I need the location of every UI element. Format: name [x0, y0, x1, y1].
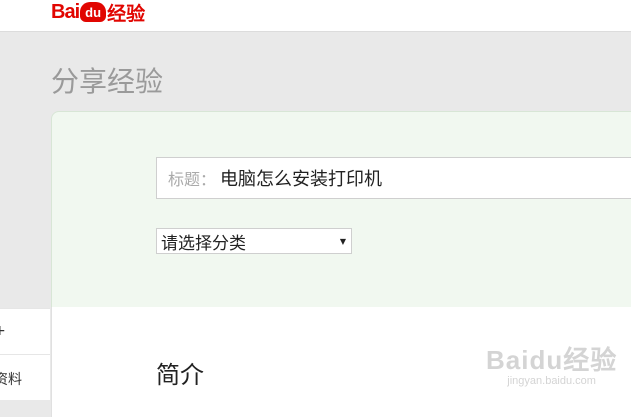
page-title: 分享经验: [51, 65, 164, 98]
title-input[interactable]: 标题： 电脑怎么安装打印机: [156, 157, 631, 199]
sidebar-item-material[interactable]: 资料: [0, 354, 50, 400]
baidu-jingyan-logo[interactable]: Bai du 经验: [51, 0, 145, 25]
baidu-paw-icon: du: [80, 2, 107, 22]
title-value[interactable]: 电脑怎么安装打印机: [220, 165, 382, 191]
watermark: Baidu经验 jingyan.baidu.com: [486, 340, 617, 387]
category-selected-value: 请选择分类: [161, 233, 246, 254]
title-panel: [51, 111, 631, 308]
sidebar-item-label: 资料: [0, 372, 22, 388]
dropdown-arrow-icon: ▼: [339, 236, 346, 246]
sidebar-item-add[interactable]: +: [0, 308, 50, 354]
sidebar-item-label: +: [0, 323, 6, 339]
top-bar: Bai du 经验: [0, 0, 631, 32]
title-prefix-label: 标题：: [168, 170, 217, 189]
intro-heading: 简介: [156, 361, 204, 389]
watermark-logo: Baidu经验: [486, 345, 618, 375]
category-select[interactable]: 请选择分类 ▼: [156, 228, 352, 254]
